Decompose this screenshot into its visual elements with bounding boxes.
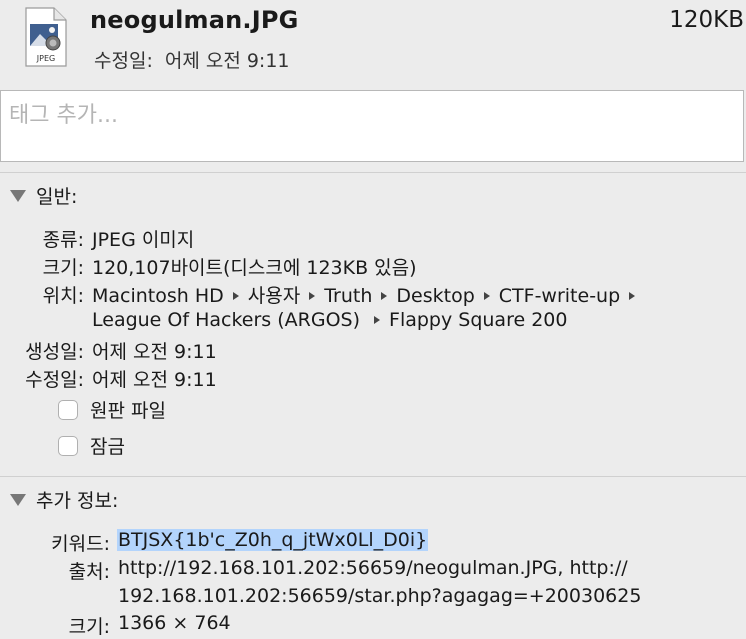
keywords-row: 키워드: BTJSX{1b'c_Z0h_q_jtWx0Ll_D0i} <box>0 529 746 555</box>
where-label: 위치: <box>42 285 84 307</box>
stationery-label[interactable]: 원판 파일 <box>90 396 166 423</box>
locked-checkbox[interactable] <box>58 435 78 456</box>
path-arrow-icon <box>374 315 381 324</box>
created-row: 생성일: 어제 오전 9:11 <box>0 337 746 363</box>
stationery-checkbox-row[interactable]: 원판 파일 <box>58 396 166 423</box>
kind-value: JPEG 이미지 <box>92 229 195 251</box>
kind-label: 종류: <box>42 229 84 251</box>
divider <box>0 172 746 173</box>
source-row-continued: 192.168.101.202:56659/star.php?agagag=+2… <box>0 585 746 609</box>
more-info-section-toggle[interactable]: 추가 정보: <box>10 486 118 513</box>
stationery-checkbox[interactable] <box>58 399 78 420</box>
jpeg-file-icon: JPEG <box>22 6 68 68</box>
path-item[interactable]: Truth <box>324 285 372 307</box>
locked-label[interactable]: 잠금 <box>90 432 125 459</box>
path-item[interactable]: 사용자 <box>248 285 300 307</box>
add-tag-placeholder: 태그 추가... <box>9 103 118 128</box>
file-size: 120KB <box>669 7 744 33</box>
dimensions-value: 1366 × 764 <box>118 612 231 634</box>
header-modified-value: 어제 오전 9:11 <box>164 50 290 72</box>
source-label: 출처: <box>68 561 110 583</box>
where-row-continued: League Of Hackers (ARGOS) Flappy Square 2… <box>0 309 746 333</box>
where-path-line1: Macintosh HD 사용자 Truth Desktop CTF-write-up <box>92 281 644 308</box>
divider <box>0 476 746 477</box>
path-arrow-icon <box>381 291 388 300</box>
size-value: 120,107바이트(디스크에 123KB 있음) <box>92 257 417 279</box>
path-item[interactable]: Desktop <box>396 285 474 307</box>
path-arrow-icon <box>232 291 239 300</box>
file-icon-caption: JPEG <box>36 54 55 63</box>
modified-label: 수정일: <box>25 369 84 391</box>
path-item[interactable]: League Of Hackers (ARGOS) <box>92 309 360 331</box>
source-value-line2[interactable]: 192.168.101.202:56659/star.php?agagag=+2… <box>118 585 641 607</box>
path-item[interactable]: CTF-write-up <box>499 285 620 307</box>
more-info-section-title: 추가 정보: <box>36 490 119 512</box>
header-modified-label: 수정일: <box>94 50 153 72</box>
file-name: neogulman.JPG <box>90 6 299 34</box>
info-header: JPEG neogulman.JPG 120KB 수정일: 어제 오전 9:11 <box>0 0 746 86</box>
disclosure-triangle-icon[interactable] <box>10 493 26 506</box>
keywords-value[interactable]: BTJSX{1b'c_Z0h_q_jtWx0Ll_D0i} <box>117 529 429 551</box>
kind-row: 종류: JPEG 이미지 <box>0 225 746 251</box>
disclosure-triangle-icon[interactable] <box>10 189 26 202</box>
header-modified: 수정일: 어제 오전 9:11 <box>94 46 290 73</box>
modified-row: 수정일: 어제 오전 9:11 <box>0 365 746 391</box>
path-arrow-icon <box>483 291 490 300</box>
keywords-label: 키워드: <box>51 533 110 555</box>
path-arrow-icon <box>309 291 316 300</box>
general-section-toggle[interactable]: 일반: <box>10 182 77 209</box>
modified-value: 어제 오전 9:11 <box>92 369 217 391</box>
size-label: 크기: <box>42 257 84 279</box>
add-tag-input[interactable]: 태그 추가... <box>0 90 744 162</box>
locked-checkbox-row[interactable]: 잠금 <box>58 432 125 459</box>
where-path-line2: League Of Hackers (ARGOS) Flappy Square 2… <box>92 309 567 331</box>
path-arrow-icon <box>629 291 636 300</box>
where-row: 위치: Macintosh HD 사용자 Truth Desktop CTF-write… <box>0 281 746 308</box>
source-value-line1[interactable]: http://192.168.101.202:56659/neogulman.J… <box>118 557 628 579</box>
path-item[interactable]: Macintosh HD <box>92 285 224 307</box>
general-section-title: 일반: <box>36 186 78 208</box>
created-value: 어제 오전 9:11 <box>92 341 217 363</box>
created-label: 생성일: <box>25 341 84 363</box>
path-item[interactable]: Flappy Square 200 <box>389 309 567 331</box>
dimensions-row: 크기: 1366 × 764 <box>0 612 746 638</box>
dimensions-label: 크기: <box>68 616 110 638</box>
source-row: 출처: http://192.168.101.202:56659/neogulm… <box>0 557 746 583</box>
size-row: 크기: 120,107바이트(디스크에 123KB 있음) <box>0 253 746 279</box>
